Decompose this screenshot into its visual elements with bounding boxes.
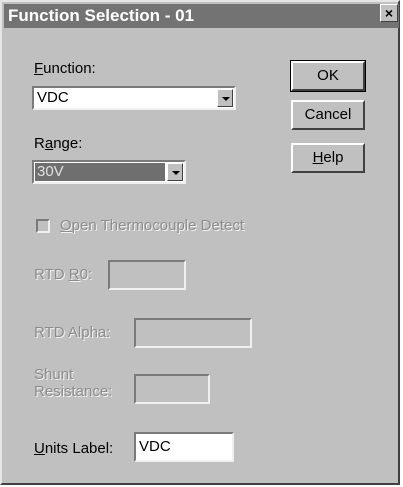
function-value: VDC: [37, 89, 69, 106]
rtd-r0-label: RTD R0:: [34, 266, 93, 283]
shunt-resistance-field[interactable]: [134, 374, 210, 404]
thermocouple-checkbox[interactable]: [36, 219, 50, 233]
function-label: Function:: [34, 60, 96, 77]
units-label-field[interactable]: VDC: [134, 432, 234, 462]
range-value: 30V: [35, 163, 165, 181]
help-button[interactable]: Help: [291, 143, 365, 173]
rtd-alpha-field[interactable]: [134, 318, 252, 348]
function-select[interactable]: VDC: [32, 86, 236, 110]
rtd-r0-field[interactable]: [108, 260, 186, 290]
range-label: Range:: [34, 135, 83, 152]
chevron-down-icon[interactable]: [217, 89, 233, 107]
dialog-window: Function Selection - 01 × Function: VDC …: [0, 0, 400, 485]
thermocouple-label: Open Thermocouple Detect: [60, 217, 244, 234]
units-label: Units Label:: [34, 440, 114, 457]
rtd-alpha-label: RTD Alpha:: [34, 324, 111, 341]
shunt-label: Shunt Resistance:: [34, 366, 112, 400]
chevron-down-icon[interactable]: [167, 163, 183, 181]
shunt-label-line2: Resistance:: [34, 383, 113, 400]
title-bar[interactable]: Function Selection - 01: [4, 4, 399, 28]
window-title: Function Selection - 01: [8, 6, 195, 25]
shunt-label-line1: Shunt: [34, 366, 74, 383]
ok-button[interactable]: OK: [290, 60, 366, 92]
close-icon[interactable]: ×: [380, 4, 398, 22]
cancel-button[interactable]: Cancel: [291, 100, 365, 130]
range-select[interactable]: 30V: [32, 160, 186, 184]
units-label-value: VDC: [139, 438, 171, 455]
